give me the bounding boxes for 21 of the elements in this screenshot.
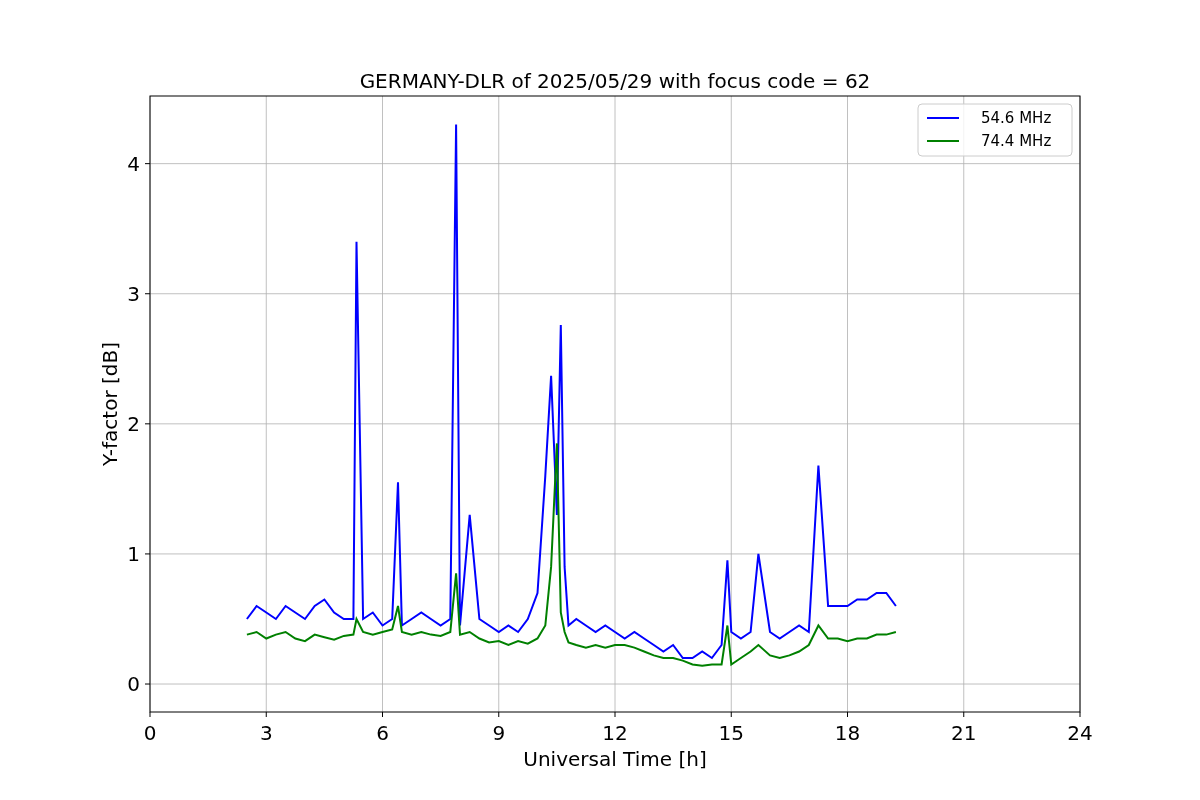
y-tick-label: 1 [127,541,140,566]
legend-label: 54.6 MHz [981,109,1052,127]
x-axis-label: Universal Time [h] [523,747,707,771]
legend-label: 74.4 MHz [981,132,1052,150]
x-tick-label: 15 [718,721,744,745]
x-tick-label: 9 [492,721,506,745]
x-tick-label: 21 [951,721,977,745]
y-axis-label: Y-factor [dB] [98,342,122,466]
y-tick-label: 4 [127,151,140,176]
x-tick-label: 3 [259,721,273,745]
legend-line-icon [926,140,960,142]
y-tick-label: 2 [127,411,140,436]
y-tick-label: 0 [127,672,140,697]
x-tick-label: 18 [834,721,861,745]
x-tick-label: 0 [143,721,157,745]
chart-title: GERMANY-DLR of 2025/05/29 with focus code = 62 [359,69,871,93]
x-tick-label: 6 [376,721,389,745]
legend-line-icon [926,117,960,119]
x-tick-label: 24 [1067,721,1093,745]
y-tick-label: 3 [127,281,140,306]
x-tick-label: 12 [602,721,628,745]
